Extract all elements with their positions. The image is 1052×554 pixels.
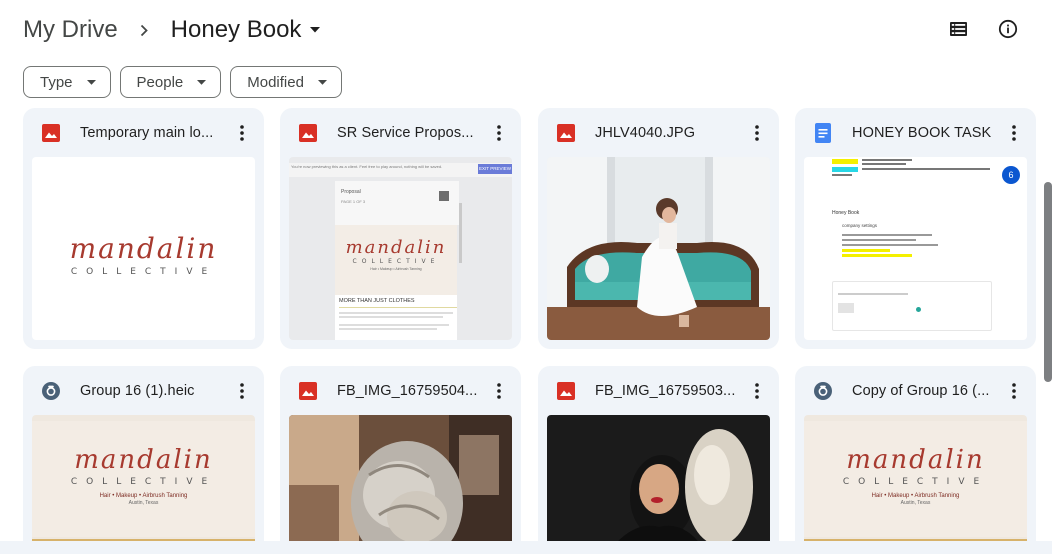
type-filter-chip[interactable]: Type	[23, 66, 111, 98]
file-card[interactable]: Temporary main lo... mandalin COLLECTIVE	[23, 108, 264, 349]
logo-script-text: mandalin	[69, 232, 218, 265]
document-file-icon	[813, 122, 833, 143]
more-options-icon[interactable]	[1004, 379, 1024, 403]
file-card[interactable]: JHLV4040.JPG	[538, 108, 779, 349]
logo-word-text: COLLECTIVE	[842, 477, 989, 487]
chip-label: Modified	[247, 73, 304, 91]
modified-filter-chip[interactable]: Modified	[230, 66, 342, 98]
image-file-icon	[298, 123, 318, 143]
caret-down-icon	[86, 79, 96, 85]
file-thumbnail: mandalin COLLECTIVE Hair • Makeup • Airb…	[804, 415, 1027, 554]
people-filter-chip[interactable]: People	[119, 66, 222, 98]
image-file-icon	[298, 381, 318, 401]
logo-word-text: COLLECTIVE	[352, 258, 440, 265]
image-file-icon	[556, 123, 576, 143]
bottom-edge	[0, 541, 1052, 554]
hairstyle-photo	[289, 415, 512, 554]
header-actions	[946, 17, 1020, 41]
logo-tagline-text: Hair • Makeup • Airbrush Tanning	[871, 493, 960, 499]
folder-title: Honey Book	[170, 16, 302, 43]
chip-label: Type	[40, 73, 73, 91]
logo-city-text: Austin, Texas	[128, 500, 159, 506]
file-name: Temporary main lo...	[80, 124, 214, 141]
more-options-icon[interactable]	[747, 121, 767, 145]
file-name: FB_IMG_16759504...	[337, 382, 478, 399]
drive-folder-view: My Drive Honey Book Type People Modified…	[0, 0, 1052, 554]
logo-script-text: mandalin	[846, 445, 985, 475]
more-options-icon[interactable]	[1004, 121, 1024, 145]
logo-script-text: mandalin	[345, 237, 447, 258]
logo-word-text: COLLECTIVE	[70, 477, 217, 487]
more-options-icon[interactable]	[232, 121, 252, 145]
breadcrumb-current-folder[interactable]: Honey Book	[171, 16, 321, 44]
logo-script-text: mandalin	[74, 445, 213, 475]
file-card[interactable]: FB_IMG_16759503...	[538, 366, 779, 554]
proposal-page-text: PAGE 1 OF 3	[341, 199, 366, 204]
file-thumbnail: You're now previewing this as a client. …	[289, 157, 512, 340]
file-card[interactable]: HONEY BOOK TASK 6 Honey Book company set…	[795, 108, 1036, 349]
list-view-icon[interactable]	[946, 17, 970, 41]
vertical-scrollbar[interactable]	[1044, 182, 1052, 382]
file-card[interactable]: Group 16 (1).heic mandalin COLLECTIVE Ha…	[23, 366, 264, 554]
proposal-heading-text: MORE THAN JUST CLOTHES	[339, 298, 457, 308]
more-options-icon[interactable]	[489, 379, 509, 403]
doc-bullet-text: company settings	[842, 223, 878, 228]
file-thumbnail	[289, 415, 512, 554]
logo-tagline-text: Hair • Makeup • Airbrush Tanning	[99, 493, 188, 499]
doc-heading-text: Honey Book	[832, 210, 860, 216]
caret-down-icon	[197, 79, 207, 85]
logo-word-text: COLLECTIVE	[70, 267, 217, 277]
file-card[interactable]: Copy of Group 16 (... mandalin COLLECTIV…	[795, 366, 1036, 554]
comment-count-badge: 6	[1002, 166, 1020, 184]
file-thumbnail	[547, 157, 770, 340]
proposal-dropdown-text: Proposal	[341, 189, 361, 195]
file-thumbnail	[547, 415, 770, 554]
image-file-icon	[41, 123, 61, 143]
file-name: JHLV4040.JPG	[595, 124, 696, 141]
file-thumbnail: mandalin COLLECTIVE Hair • Makeup • Airb…	[32, 415, 255, 554]
photo-file-icon	[41, 381, 61, 401]
preview-banner-text: You're now previewing this as a client. …	[291, 164, 443, 169]
bride-photo	[547, 157, 770, 340]
more-options-icon[interactable]	[747, 379, 767, 403]
more-options-icon[interactable]	[232, 379, 252, 403]
caret-down-icon	[317, 79, 327, 85]
file-name: Group 16 (1).heic	[80, 382, 195, 399]
breadcrumb-my-drive[interactable]: My Drive	[23, 16, 118, 44]
exit-preview-text: EXIT PREVIEW	[478, 164, 512, 174]
logo-tagline-text: Hair • Makeup • Airbrush Tanning	[370, 267, 422, 271]
chip-label: People	[136, 73, 184, 91]
image-file-icon	[556, 381, 576, 401]
more-options-icon[interactable]	[489, 121, 509, 145]
file-thumbnail: mandalin COLLECTIVE	[32, 157, 255, 340]
info-icon[interactable]	[996, 17, 1020, 41]
file-thumbnail: 6 Honey Book company settings	[804, 157, 1027, 340]
caret-down-icon	[310, 27, 321, 33]
file-card[interactable]: SR Service Propos... You're now previewi…	[280, 108, 521, 349]
portrait-photo	[547, 415, 770, 554]
breadcrumb: My Drive Honey Book	[23, 14, 321, 46]
logo-city-text: Austin, Texas	[900, 500, 931, 506]
filter-chips: Type People Modified	[23, 66, 342, 98]
file-name: FB_IMG_16759503...	[595, 382, 736, 399]
file-name: Copy of Group 16 (...	[852, 382, 990, 399]
file-name: HONEY BOOK TASK	[852, 124, 992, 141]
file-card[interactable]: FB_IMG_16759504...	[280, 366, 521, 554]
photo-file-icon	[813, 381, 833, 401]
file-name: SR Service Propos...	[337, 124, 474, 141]
chevron-right-icon	[140, 22, 150, 38]
